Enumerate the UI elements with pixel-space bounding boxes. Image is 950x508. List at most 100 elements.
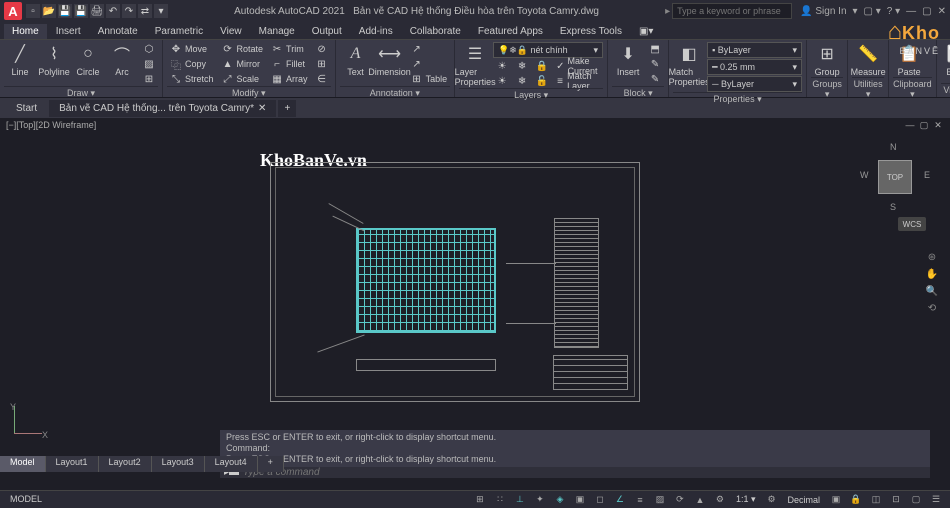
status-ortho-icon[interactable]: ⊥ <box>512 493 528 507</box>
panel-groups-title[interactable]: Groups ▾ <box>811 77 843 101</box>
tab-express[interactable]: Express Tools <box>552 24 630 39</box>
copy-button[interactable]: ⿻Copy <box>167 57 217 71</box>
layer-btn6[interactable]: 🔓 <box>533 74 551 88</box>
tab-home[interactable]: Home <box>4 24 47 39</box>
qat-undo-icon[interactable]: ↶ <box>106 4 120 18</box>
tab-collaborate[interactable]: Collaborate <box>402 24 469 39</box>
panel-annotation-title[interactable]: Annotation ▾ <box>340 86 451 100</box>
exchange-icon[interactable]: ▢ ▾ <box>864 6 881 17</box>
status-cycle-icon[interactable]: ⟳ <box>672 493 688 507</box>
rotate-button[interactable]: ⟳Rotate <box>219 42 267 56</box>
layout-add[interactable]: + <box>258 456 284 472</box>
compass-e[interactable]: E <box>924 170 930 180</box>
panel-props-title[interactable]: Properties ▾ <box>673 92 802 106</box>
compass-s[interactable]: S <box>890 202 896 212</box>
tab-insert[interactable]: Insert <box>48 24 89 39</box>
layout-2[interactable]: Layout2 <box>99 456 152 472</box>
layer-btn4[interactable]: ☀ <box>493 74 511 88</box>
color-combo[interactable]: ▪ ByLayer▾ <box>707 42 802 58</box>
qat-save-icon[interactable]: 💾 <box>58 4 72 18</box>
linetype-combo[interactable]: ─ ByLayer▾ <box>707 76 802 92</box>
modify-misc2[interactable]: ⊞ <box>313 57 331 71</box>
draw-misc2[interactable]: ▨ <box>140 57 158 71</box>
drawing-canvas[interactable]: KhoBanVe.vn Copyright © KhoBanVe.vn TOP … <box>0 132 950 490</box>
table-button[interactable]: ⊞Table <box>408 72 451 86</box>
layer-btn5[interactable]: ❄ <box>513 74 531 88</box>
status-units[interactable]: Decimal <box>783 495 824 505</box>
base-button[interactable]: ⬜Base <box>941 42 950 77</box>
status-qp-icon[interactable]: ▣ <box>828 493 844 507</box>
match-layer-button[interactable]: ≡Match Layer <box>553 74 603 88</box>
status-snap-icon[interactable]: ∷ <box>492 493 508 507</box>
status-grid-icon[interactable]: ⊞ <box>472 493 488 507</box>
status-annoscale-icon[interactable]: ▲ <box>692 493 708 507</box>
tab-annotate[interactable]: Annotate <box>90 24 146 39</box>
compass-w[interactable]: W <box>860 170 869 180</box>
line-button[interactable]: ╱Line <box>4 42 36 77</box>
modify-misc1[interactable]: ⊘ <box>313 42 331 56</box>
status-auto-icon[interactable]: ⚙ <box>712 493 728 507</box>
app-logo[interactable]: A <box>4 2 22 20</box>
status-osnap-icon[interactable]: ▣ <box>572 493 588 507</box>
maximize-icon[interactable]: ▢ <box>922 6 931 17</box>
command-input[interactable] <box>243 467 926 478</box>
tab-view[interactable]: View <box>212 24 250 39</box>
dimension-button[interactable]: ⟷Dimension <box>374 42 406 77</box>
layout-3[interactable]: Layout3 <box>152 456 205 472</box>
status-scale[interactable]: 1:1 ▾ <box>732 494 760 505</box>
search-input[interactable] <box>672 3 792 19</box>
filetab-current[interactable]: Bản vẽ CAD Hệ thống... trên Toyota Camry… <box>49 100 276 117</box>
help-button[interactable]: ? ▾ <box>887 6 900 17</box>
measure-button[interactable]: 📏Measure <box>852 42 884 77</box>
layout-4[interactable]: Layout4 <box>205 456 258 472</box>
status-model[interactable]: MODEL <box>6 494 46 504</box>
status-otrack-icon[interactable]: ∠ <box>612 493 628 507</box>
panel-block-title[interactable]: Block ▾ <box>612 86 664 100</box>
filetab-start[interactable]: Start <box>6 100 47 117</box>
block-btn3[interactable]: ✎ <box>646 72 664 86</box>
qat-share-icon[interactable]: ⇄ <box>138 4 152 18</box>
insert-button[interactable]: ⬇Insert <box>612 42 644 77</box>
qat-new-icon[interactable]: ▫ <box>26 4 40 18</box>
layout-model[interactable]: Model <box>0 456 46 472</box>
qat-redo-icon[interactable]: ↷ <box>122 4 136 18</box>
leader2-button[interactable]: ↗ <box>408 57 451 71</box>
draw-misc1[interactable]: ⬡ <box>140 42 158 56</box>
arc-button[interactable]: ⌒Arc <box>106 42 138 77</box>
qat-open-icon[interactable]: 📂 <box>42 4 56 18</box>
stretch-button[interactable]: ⤡Stretch <box>167 72 217 86</box>
tab-addins[interactable]: Add-ins <box>351 24 401 39</box>
zoom-icon[interactable]: 🔍 <box>926 286 938 297</box>
status-polar-icon[interactable]: ✦ <box>532 493 548 507</box>
mirror-button[interactable]: ▲Mirror <box>219 57 267 71</box>
fillet-button[interactable]: ⌐Fillet <box>268 57 311 71</box>
viewcube[interactable]: TOP <box>878 160 912 194</box>
match-props-button[interactable]: ◧Match Properties <box>673 42 705 87</box>
status-lock-icon[interactable]: 🔒 <box>848 493 864 507</box>
wcs-button[interactable]: WCS <box>898 217 926 231</box>
vp-close-icon[interactable]: ✕ <box>932 120 944 131</box>
panel-utils-title[interactable]: Utilities ▾ <box>852 77 884 101</box>
lineweight-combo[interactable]: ━ 0.25 mm▾ <box>707 59 802 75</box>
status-hw-icon[interactable]: ⊡ <box>888 493 904 507</box>
vp-max-icon[interactable]: ▢ <box>918 120 930 131</box>
orbit-icon[interactable]: ⟲ <box>928 303 936 314</box>
group-button[interactable]: ⊞Group <box>811 42 843 77</box>
qat-saveas-icon[interactable]: 💾 <box>74 4 88 18</box>
status-iso-icon[interactable]: ◫ <box>868 493 884 507</box>
filetab-add[interactable]: + <box>278 100 296 117</box>
panel-view-title[interactable]: View ▾ <box>941 83 950 97</box>
panel-draw-title[interactable]: Draw ▾ <box>4 86 158 100</box>
text-button[interactable]: AText <box>340 42 372 77</box>
qat-plot-icon[interactable]: 🖨 <box>90 4 104 18</box>
layer-props-button[interactable]: ☰Layer Properties <box>459 42 491 87</box>
tab-close-icon[interactable]: ✕ <box>258 103 266 114</box>
pan-icon[interactable]: ✋ <box>926 269 938 280</box>
layout-1[interactable]: Layout1 <box>46 456 99 472</box>
help-icon[interactable]: ▾ <box>853 6 858 17</box>
move-button[interactable]: ✥Move <box>167 42 217 56</box>
modify-misc3[interactable]: ∈ <box>313 72 331 86</box>
panel-modify-title[interactable]: Modify ▾ <box>167 86 331 100</box>
status-gear-icon[interactable]: ⚙ <box>763 493 779 507</box>
block-btn2[interactable]: ✎ <box>646 57 664 71</box>
